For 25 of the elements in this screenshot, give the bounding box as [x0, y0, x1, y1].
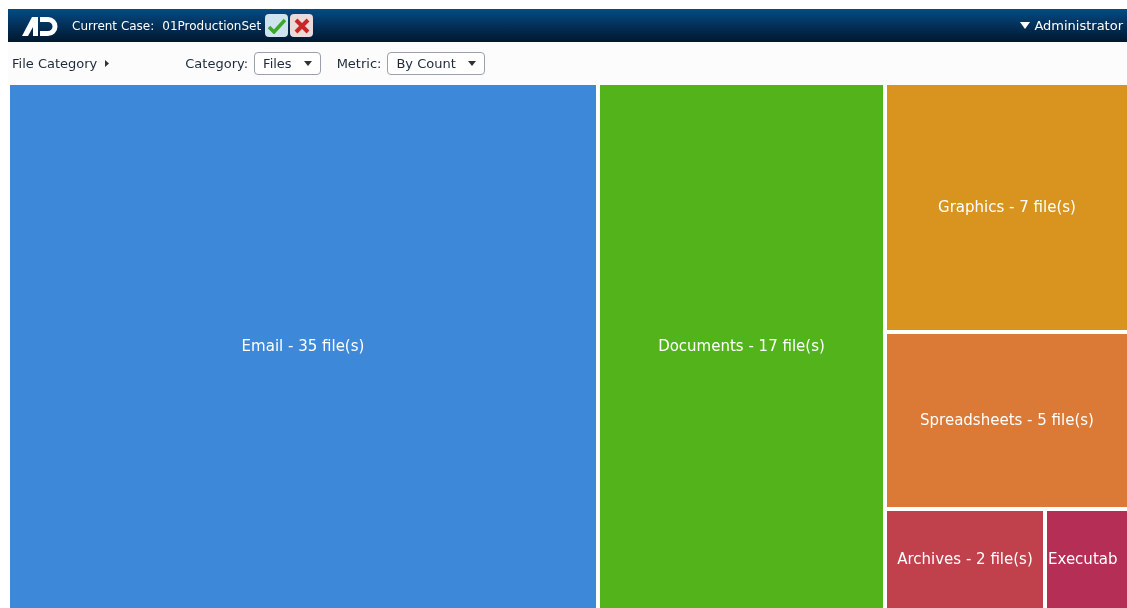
treemap-tile[interactable]: Archives - 2 file(s): [887, 511, 1043, 608]
metric-dropdown[interactable]: By Count: [387, 52, 485, 75]
treemap-tile[interactable]: Spreadsheets - 5 file(s): [887, 334, 1127, 507]
close-icon[interactable]: [290, 14, 314, 37]
category-dropdown[interactable]: Files: [254, 52, 321, 75]
caret-icon: [1020, 22, 1031, 29]
logo-icon: [20, 14, 60, 37]
category-label: Category:: [185, 54, 249, 73]
tile-label: Spreadsheets - 5 file(s): [919, 410, 1095, 432]
check-icon[interactable]: [265, 14, 289, 37]
breadcrumb-link[interactable]: File Category: [12, 53, 110, 74]
user-menu[interactable]: Administrator: [1020, 15, 1123, 36]
tile-label: Graphics - 7 file(s): [937, 197, 1077, 219]
treemap-tile[interactable]: Executab: [1047, 511, 1127, 608]
tile-label: Documents - 17 file(s): [657, 336, 826, 358]
caret-icon: [105, 60, 110, 67]
treemap-tile[interactable]: Email - 35 file(s): [10, 85, 596, 608]
tile-label: Email - 35 file(s): [240, 336, 366, 358]
tile-label: Executab: [1047, 549, 1118, 571]
tile-label: Archives - 2 file(s): [896, 549, 1034, 571]
caret-icon: [467, 61, 476, 66]
case-name: 01ProductionSet: [162, 17, 262, 35]
caret-icon: [303, 61, 312, 66]
case-label: Current Case:: [72, 17, 155, 35]
metric-label: Metric:: [336, 54, 382, 73]
